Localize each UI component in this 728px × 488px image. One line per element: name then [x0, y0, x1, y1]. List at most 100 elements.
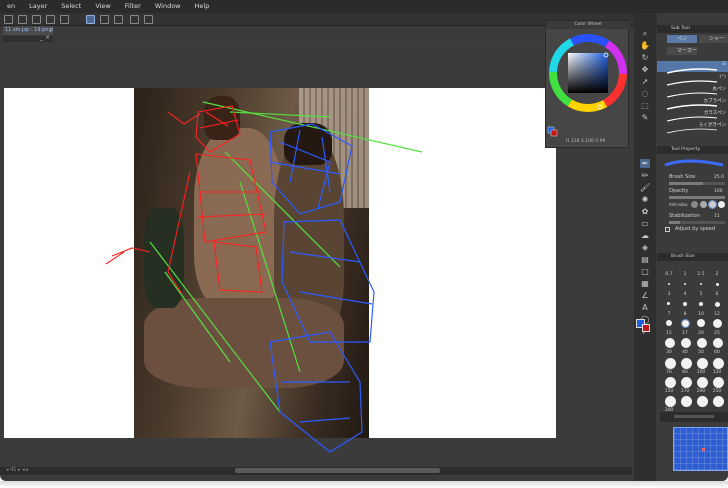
brush-size-dot[interactable]	[681, 396, 692, 407]
undo-icon[interactable]	[4, 15, 13, 24]
hand-icon[interactable]: ✋	[640, 41, 650, 50]
menu-item-window[interactable]: Window	[148, 0, 188, 13]
snap-grid-icon[interactable]	[114, 15, 123, 24]
airbrush-icon[interactable]: ✺	[640, 195, 650, 204]
brush-size-dot[interactable]	[667, 302, 670, 305]
menu-item-view[interactable]: View	[88, 0, 117, 13]
ruler-icon[interactable]: ∠	[640, 291, 650, 300]
navigator-zoom-slider[interactable]	[674, 415, 714, 418]
color-wheel-graphic[interactable]	[546, 29, 630, 139]
fill-icon[interactable]	[46, 15, 55, 24]
eraser-icon[interactable]: ▭	[640, 219, 650, 228]
brush-size-option[interactable]: 1.5	[694, 272, 708, 277]
brush-size-option[interactable]: 150	[662, 389, 676, 394]
brush-size-dot[interactable]	[697, 358, 708, 369]
subtool-tab-sharpie[interactable]: シャー	[699, 35, 728, 43]
horizontal-scrollbar[interactable]	[0, 467, 632, 475]
brush-size-option[interactable]: 12	[710, 312, 724, 317]
brush-size-dot[interactable]	[700, 283, 702, 285]
page-icon[interactable]	[130, 15, 139, 24]
brush-size-dot[interactable]	[665, 338, 675, 348]
brush-size-option[interactable]: 4	[678, 292, 692, 297]
brush-item[interactable]: ガラスペン	[657, 109, 728, 122]
brush-size-dot[interactable]	[697, 338, 707, 348]
menu-item-select[interactable]: Select	[54, 0, 88, 13]
selection-icon[interactable]: ⬚	[640, 101, 650, 110]
brush-size-dot[interactable]	[713, 319, 722, 328]
brush-size-dot[interactable]	[697, 377, 708, 388]
blend-icon[interactable]: ☁	[640, 231, 650, 240]
eyedropper-icon[interactable]: ✎	[640, 113, 650, 122]
brush-size-dot[interactable]	[713, 396, 724, 407]
move-icon[interactable]: ✥	[640, 65, 650, 74]
decoration-icon[interactable]: ✿	[640, 207, 650, 216]
brush-size-dot[interactable]	[715, 302, 720, 307]
subtool-tab-pen[interactable]: ペン	[667, 35, 697, 43]
brush-item[interactable]: らくがきペン	[657, 121, 728, 134]
brush-size-option[interactable]: 15	[662, 331, 676, 336]
brush-size-option[interactable]: 1	[678, 272, 692, 277]
brush-size-option[interactable]: 7	[662, 312, 676, 317]
brush-size-dot[interactable]	[665, 358, 676, 369]
brush-size-option[interactable]: 40	[678, 350, 692, 355]
anti-alias-options[interactable]	[691, 200, 725, 209]
opacity-slider[interactable]	[669, 196, 725, 199]
brush-size-dot[interactable]	[713, 377, 724, 388]
brush-size-option[interactable]: 200	[694, 389, 708, 394]
brush-size-dot[interactable]	[684, 283, 686, 285]
brush-icon[interactable]: 🖌	[640, 183, 650, 192]
frame-icon[interactable]: ▦	[640, 279, 650, 288]
brush-size-option[interactable]: 10	[694, 312, 708, 317]
menu-item-edit[interactable]: en	[0, 0, 22, 13]
adjust-speed-checkbox[interactable]	[665, 227, 670, 232]
brush-item[interactable]: ｲ°ﾝ	[657, 73, 728, 86]
brush-size-dot-selected[interactable]	[681, 319, 690, 328]
brush-size-dot[interactable]	[681, 358, 692, 369]
zoom-icon[interactable]: ⌕	[640, 29, 650, 38]
fill-tool-icon[interactable]: ◈	[640, 243, 650, 252]
brush-size-option[interactable]: 20	[694, 331, 708, 336]
brush-size-option[interactable]: 250	[710, 389, 724, 394]
export-icon[interactable]	[144, 15, 153, 24]
menu-item-help[interactable]: Help	[188, 0, 217, 13]
rotate-icon[interactable]: ↻	[640, 53, 650, 62]
brush-size-option[interactable]: 50	[694, 350, 708, 355]
subtool-tab-marker[interactable]: マーカー	[667, 47, 697, 55]
brush-size-option[interactable]: 170	[678, 389, 692, 394]
brush-size-dot[interactable]	[697, 319, 705, 327]
brush-size-option[interactable]: 100	[694, 370, 708, 375]
brush-size-dot[interactable]	[665, 377, 676, 388]
brush-size-dot[interactable]	[681, 338, 691, 348]
brush-size-option[interactable]: 2	[710, 272, 724, 277]
brush-size-option[interactable]: 5	[694, 292, 708, 297]
navigator-preview[interactable]	[673, 427, 728, 471]
brush-size-dot[interactable]	[716, 283, 719, 286]
brush-size-dot[interactable]	[699, 302, 703, 306]
pencil-icon[interactable]: ✏	[640, 171, 650, 180]
brush-size-option[interactable]: 120	[710, 370, 724, 375]
brush-size-dot[interactable]	[665, 396, 676, 407]
clear-icon[interactable]	[32, 15, 41, 24]
operation-icon[interactable]: ➚	[640, 77, 650, 86]
brush-size-option[interactable]: 0.7	[662, 272, 676, 277]
pen-mode-icon[interactable]	[86, 15, 95, 24]
menu-item-filter[interactable]: Filter	[118, 0, 148, 13]
redo-icon[interactable]	[18, 15, 27, 24]
brush-size-option[interactable]: 6	[710, 292, 724, 297]
text-icon[interactable]: A	[640, 303, 650, 312]
brush-size-option[interactable]: 25	[710, 331, 724, 336]
brush-size-dot[interactable]	[668, 283, 670, 285]
brush-item[interactable]: G	[657, 61, 728, 74]
brush-size-option[interactable]: 30	[662, 350, 676, 355]
figure-icon[interactable]: □	[640, 267, 650, 276]
brush-size-slider[interactable]	[669, 182, 725, 185]
brush-size-option[interactable]: 8	[678, 312, 692, 317]
sub-color-chip[interactable]	[642, 324, 650, 332]
transform-icon[interactable]	[60, 15, 69, 24]
brush-size-dot[interactable]	[681, 377, 692, 388]
brush-size-dot[interactable]	[713, 338, 723, 348]
brush-size-dot[interactable]	[683, 302, 687, 306]
horizontal-scroll-thumb[interactable]	[235, 468, 440, 473]
gradient-icon[interactable]: ▤	[640, 255, 650, 264]
brush-size-option[interactable]: 80	[678, 370, 692, 375]
